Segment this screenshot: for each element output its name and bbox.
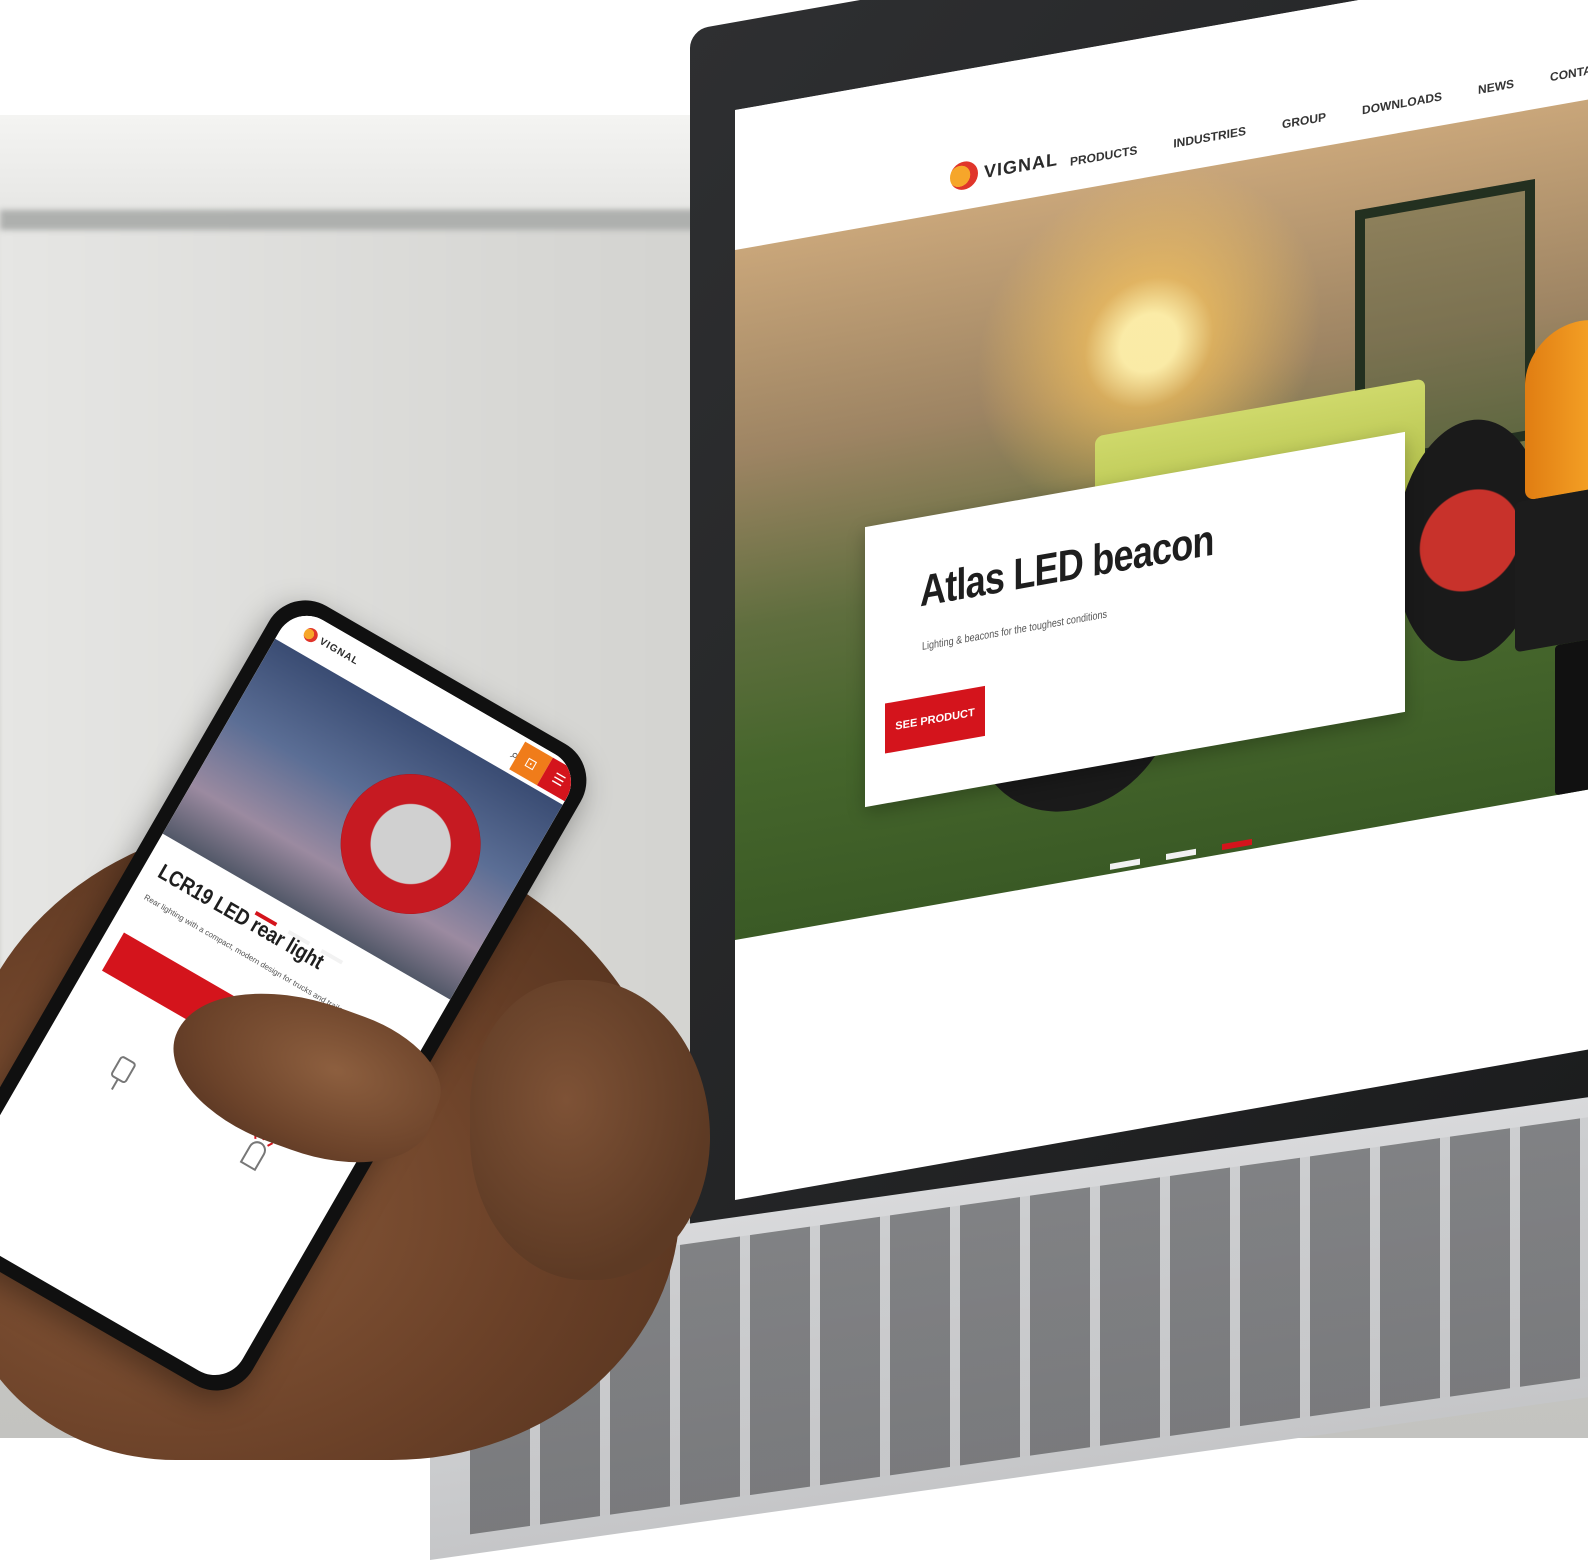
hero-card: Atlas LED beacon Lighting & beacons for … bbox=[865, 431, 1405, 808]
logo-text: VIGNAL bbox=[317, 635, 361, 668]
hero-subtitle: Lighting & beacons for the toughest cond… bbox=[922, 608, 1108, 654]
nav-item-products[interactable]: PRODUCTS bbox=[1070, 143, 1137, 169]
carousel-dot[interactable] bbox=[1110, 858, 1140, 870]
lamp-icon bbox=[111, 1056, 136, 1091]
nav-item-contact[interactable]: CONTACT bbox=[1550, 60, 1588, 84]
carousel-dot-active[interactable] bbox=[1222, 838, 1252, 851]
hero-title: Atlas LED beacon bbox=[920, 515, 1214, 617]
laptop-screen: VIGNAL PRODUCTS INDUSTRIES GROUP DOWNLOA… bbox=[735, 0, 1588, 1201]
beacon-stem bbox=[1555, 634, 1588, 796]
carousel-dot[interactable] bbox=[1166, 848, 1196, 861]
beacon-dome bbox=[1525, 311, 1588, 501]
nav-item-news[interactable]: NEWS bbox=[1478, 77, 1514, 97]
logo-text: VIGNAL bbox=[984, 148, 1059, 182]
beacon-base bbox=[1515, 481, 1588, 653]
rear-light-product-image bbox=[315, 748, 507, 940]
nav-item-group[interactable]: GROUP bbox=[1282, 110, 1326, 132]
see-product-button[interactable]: SEE PRODUCT bbox=[885, 685, 985, 754]
carousel-dots bbox=[1110, 838, 1252, 870]
nav-item-downloads[interactable]: DOWNLOADS bbox=[1362, 89, 1442, 117]
beacon-product-image bbox=[1515, 311, 1588, 802]
site-logo[interactable]: VIGNAL bbox=[950, 145, 1059, 193]
logo-mark-icon bbox=[301, 625, 321, 645]
logo-mark-icon bbox=[950, 159, 978, 193]
nav-item-industries[interactable]: INDUSTRIES bbox=[1173, 124, 1246, 151]
feature-tile[interactable] bbox=[48, 1018, 193, 1130]
